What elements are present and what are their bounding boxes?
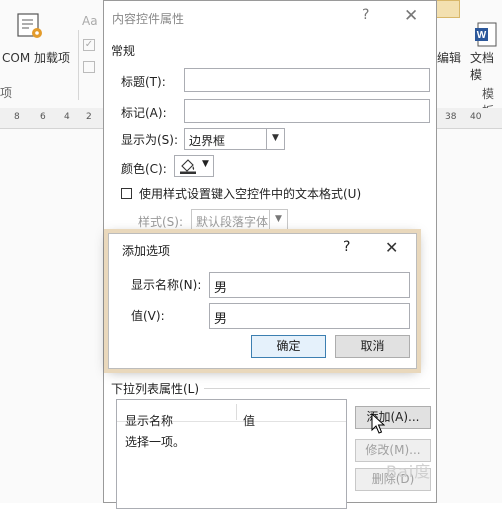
doc-template-label[interactable]: 文档模 (470, 49, 502, 83)
com-addins-icon[interactable] (15, 12, 45, 40)
dropdown-section-heading: 下拉列表属性(L) (111, 382, 200, 396)
word-doc-icon[interactable]: W (474, 22, 498, 48)
ok-button[interactable]: 确定 (251, 335, 326, 358)
show-as-value: 边界框 (189, 134, 226, 148)
use-style-label[interactable]: 使用样式设置键入空控件中的文本格式(U) (139, 185, 361, 202)
close-icon[interactable]: ✕ (385, 238, 398, 257)
display-name-field[interactable]: 男 (209, 272, 410, 298)
add-button[interactable]: 添加(A)... (355, 406, 431, 429)
title-label: 标题(T): (121, 75, 166, 89)
help-icon[interactable]: ? (343, 239, 350, 255)
ribbon-divider (78, 30, 79, 100)
help-icon[interactable]: ? (362, 7, 369, 23)
general-section-heading: 常规 (111, 44, 136, 58)
ruler-mark: 2 (86, 112, 92, 122)
ribbon-group-fragment: 项 (0, 86, 13, 100)
dropdown-items-list[interactable]: 显示名称 值 选择一项。 (116, 399, 347, 509)
ruler-mark: 4 (64, 112, 70, 122)
tag-label: 标记(A): (121, 106, 167, 120)
ruler-mark: 40 (470, 112, 482, 122)
column-header-value[interactable]: 值 (243, 412, 255, 429)
style-label: 样式(S): (138, 215, 184, 229)
add-choice-dialog: 添加选项 ? ✕ 显示名称(N): 男 值(V): 男 确定 取消 (108, 233, 417, 369)
column-divider[interactable] (236, 404, 237, 420)
show-as-select[interactable]: 边界框 ▼ (184, 128, 285, 150)
color-label: 颜色(C): (121, 162, 167, 176)
aa-glyph: Aa (82, 14, 98, 28)
ruler-mark: 38 (445, 112, 457, 122)
com-addins-label[interactable]: COM 加载项 (2, 49, 70, 66)
dialog-title: 内容控件属性 (112, 12, 185, 26)
paint-bucket-icon (180, 159, 196, 174)
style-select[interactable]: 默认段落字体 ▼ (191, 209, 288, 231)
properties-icon (83, 61, 95, 73)
edit-fragment[interactable]: 编辑 (437, 49, 461, 66)
tag-field[interactable] (184, 99, 430, 123)
value-field[interactable]: 男 (209, 303, 410, 329)
ruler-mark: 6 (40, 112, 46, 122)
checkbox-icon: ✓ (83, 39, 95, 51)
svg-text:W: W (477, 30, 487, 41)
use-style-checkbox[interactable] (121, 188, 132, 199)
sub-dialog-title: 添加选项 (122, 244, 171, 258)
chevron-down-icon: ▼ (269, 210, 287, 230)
color-picker[interactable]: ▼ (174, 155, 214, 177)
ribbon-icon-edit (436, 0, 460, 18)
list-item[interactable]: 选择一项。 (125, 433, 185, 450)
style-value: 默认段落字体 (196, 215, 269, 229)
section-divider (204, 388, 430, 389)
watermark: Bai度 (386, 462, 432, 481)
cancel-button[interactable]: 取消 (335, 335, 410, 358)
chevron-down-icon: ▼ (202, 159, 209, 169)
show-as-label: 显示为(S): (121, 133, 179, 147)
title-field[interactable] (184, 68, 430, 92)
ruler-mark: 8 (14, 112, 20, 122)
mouse-cursor-icon (371, 413, 385, 434)
close-icon[interactable]: ✕ (404, 6, 418, 26)
column-header-display-name[interactable]: 显示名称 (125, 412, 173, 429)
value-label: 值(V): (131, 309, 165, 323)
chevron-down-icon: ▼ (266, 129, 284, 149)
display-name-label: 显示名称(N): (131, 278, 202, 292)
